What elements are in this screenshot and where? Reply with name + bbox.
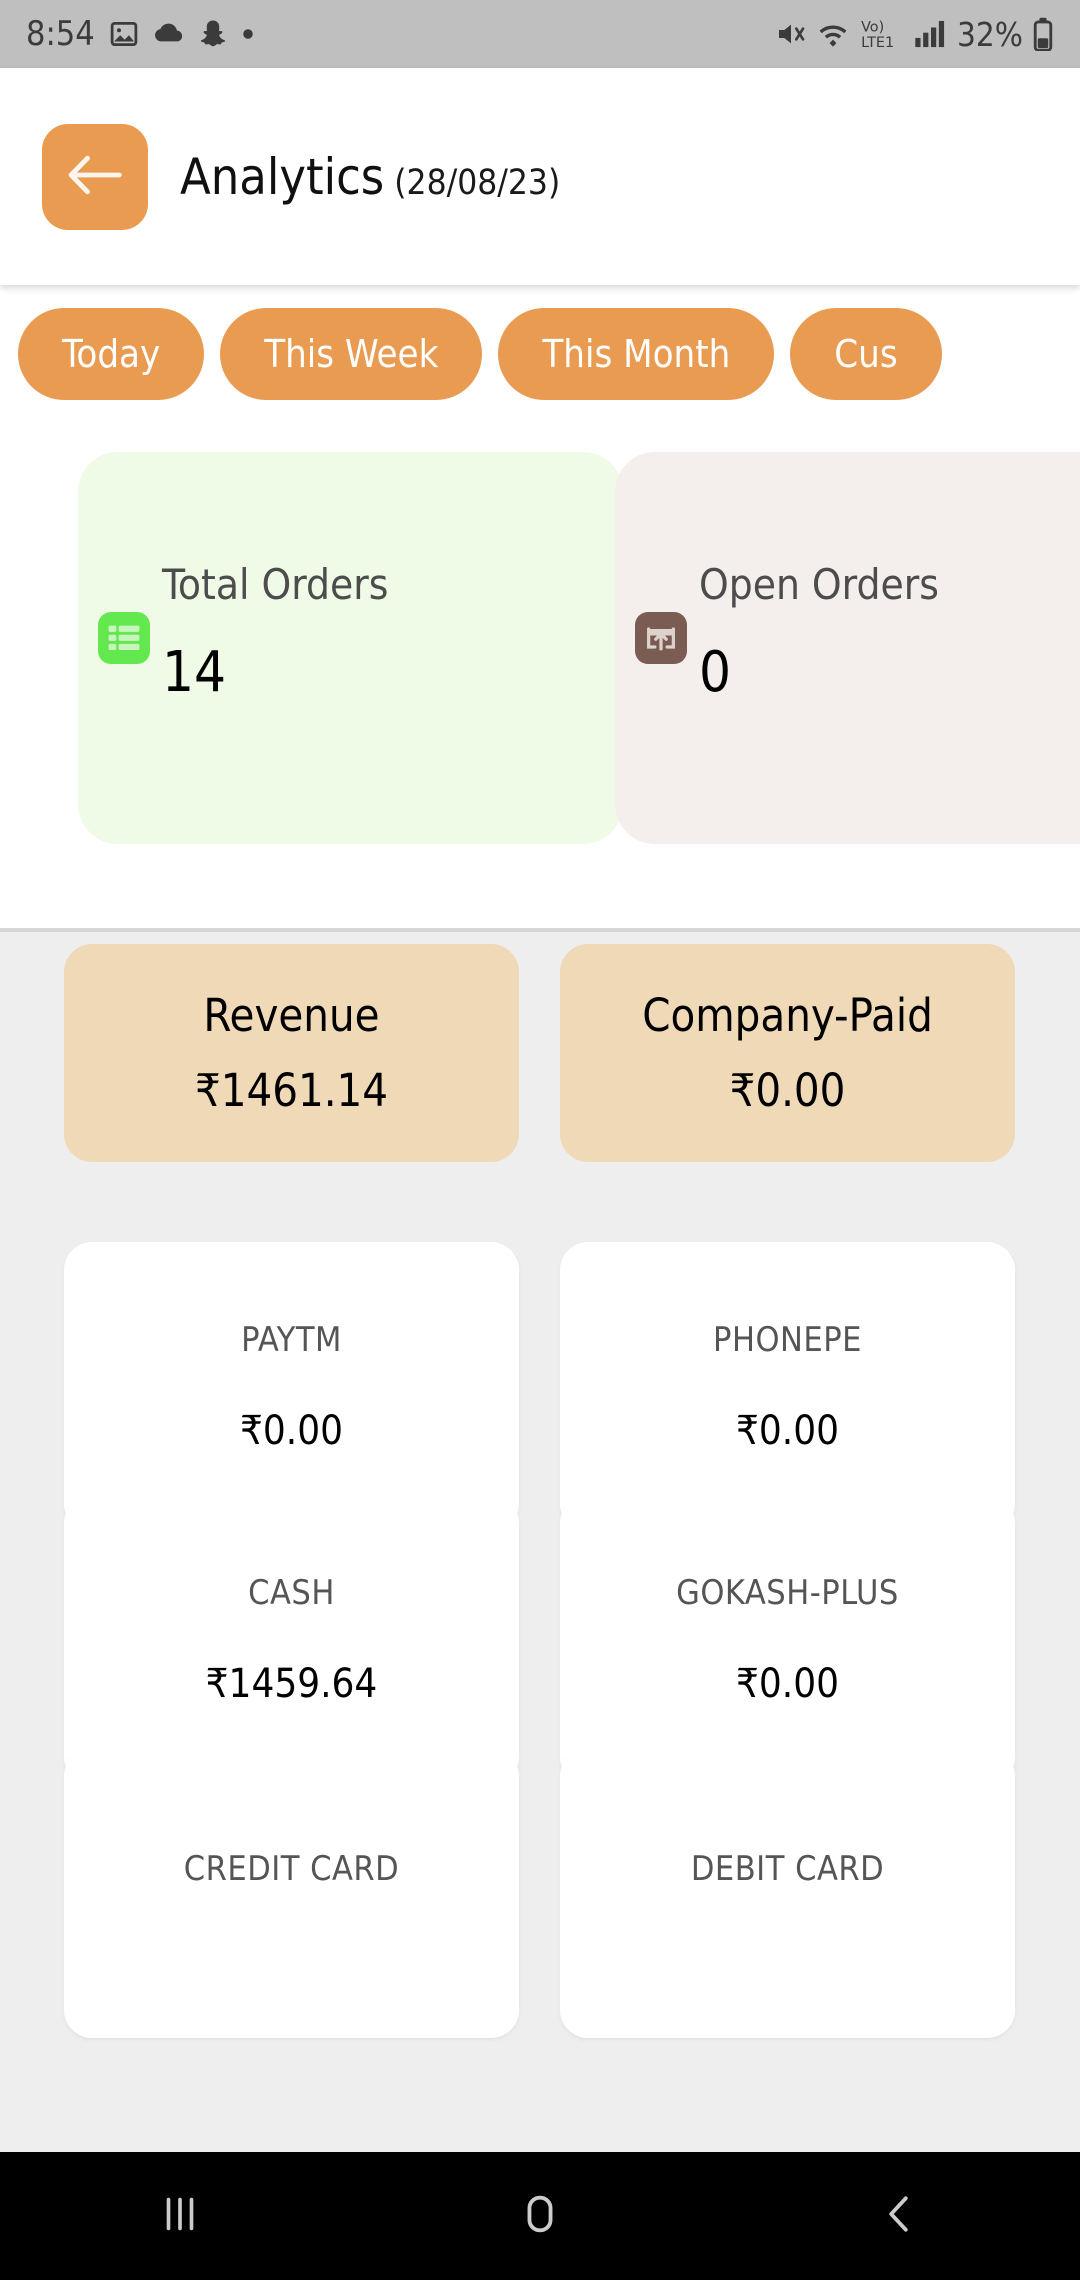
dot-icon <box>241 27 255 41</box>
tab-today[interactable]: Today <box>18 308 205 400</box>
recents-icon <box>157 2191 203 2241</box>
table-list-icon <box>98 612 150 664</box>
company-paid-value: ₹0.00 <box>729 1064 846 1117</box>
paytm-value: ₹0.00 <box>240 1408 343 1454</box>
credit-card-label: CREDIT CARD <box>183 1849 400 1889</box>
open-orders-label: Open Orders <box>699 560 939 609</box>
open-orders-value: 0 <box>699 640 732 705</box>
paytm-card[interactable]: PAYTM ₹0.00 <box>64 1242 519 1532</box>
total-orders-card[interactable]: Total Orders 14 <box>78 452 623 844</box>
payments-section: Revenue ₹1461.14 Company-Paid ₹0.00 PAYT… <box>0 932 1080 2152</box>
tab-custom[interactable]: Cus <box>790 308 942 400</box>
total-orders-label: Total Orders <box>162 560 389 609</box>
cash-card[interactable]: CASH ₹1459.64 <box>64 1495 519 1785</box>
back-nav-button[interactable] <box>820 2152 980 2280</box>
status-bar-left: 8:54 <box>26 14 255 54</box>
battery-percent-label: 32% <box>957 14 1023 54</box>
home-button[interactable] <box>460 2152 620 2280</box>
gokash-plus-value: ₹0.00 <box>736 1661 839 1707</box>
cash-label: CASH <box>248 1573 335 1613</box>
gokash-plus-card[interactable]: GOKASH-PLUS ₹0.00 <box>560 1495 1015 1785</box>
gokash-plus-label: GOKASH-PLUS <box>676 1573 899 1613</box>
snapchat-icon <box>199 19 227 49</box>
period-tabs: Today This Week This Month Cus <box>0 305 1080 403</box>
tab-this-month[interactable]: This Month <box>498 308 775 400</box>
app-bar: Analytics (28/08/23) <box>0 68 1080 285</box>
battery-icon <box>1032 17 1054 51</box>
phonepe-card[interactable]: PHONEPE ₹0.00 <box>560 1242 1015 1532</box>
revenue-value: ₹1461.14 <box>194 1064 389 1117</box>
svg-text:LTE1: LTE1 <box>861 35 894 51</box>
company-paid-label: Company-Paid <box>642 989 933 1042</box>
cash-value: ₹1459.64 <box>205 1661 378 1707</box>
mute-icon <box>775 18 807 50</box>
android-nav-bar <box>0 2152 1080 2280</box>
open-orders-card[interactable]: Open Orders 0 <box>615 452 1080 844</box>
status-bar: 8:54 Vo) LTE1 32% <box>0 0 1080 68</box>
recents-button[interactable] <box>100 2152 260 2280</box>
phonepe-label: PHONEPE <box>713 1320 862 1360</box>
revenue-card[interactable]: Revenue ₹1461.14 <box>64 944 519 1162</box>
tab-this-week[interactable]: This Week <box>220 308 483 400</box>
back-button[interactable] <box>42 123 148 230</box>
debit-card-card[interactable]: DEBIT CARD <box>560 1748 1015 2038</box>
summary-section: Total Orders 14 Open Orders 0 <box>0 420 1080 928</box>
paytm-label: PAYTM <box>241 1320 342 1360</box>
debit-card-label: DEBIT CARD <box>690 1849 885 1889</box>
page-title-text: Analytics <box>180 147 385 206</box>
volte-icon: Vo) LTE1 <box>859 17 905 51</box>
phonepe-value: ₹0.00 <box>736 1408 839 1454</box>
back-arrow-icon <box>67 152 123 202</box>
signal-icon <box>914 19 948 49</box>
open-box-arrow-icon <box>635 612 687 664</box>
company-paid-card[interactable]: Company-Paid ₹0.00 <box>560 944 1015 1162</box>
status-bar-right: Vo) LTE1 32% <box>775 15 1054 54</box>
wifi-icon <box>816 18 850 50</box>
home-icon <box>517 2191 563 2241</box>
status-clock: 8:54 <box>26 14 95 54</box>
total-orders-value: 14 <box>162 640 227 705</box>
photo-icon <box>109 19 139 49</box>
cloud-icon <box>153 21 185 47</box>
revenue-label: Revenue <box>203 989 380 1042</box>
page-title: Analytics (28/08/23) <box>180 148 560 206</box>
phone-screen: 8:54 Vo) LTE1 32% Analytics (28/08/23) T… <box>0 0 1080 2280</box>
back-icon <box>877 2191 923 2241</box>
credit-card-card[interactable]: CREDIT CARD <box>64 1748 519 2038</box>
svg-text:Vo): Vo) <box>861 19 884 35</box>
page-title-date: (28/08/23) <box>394 162 561 203</box>
